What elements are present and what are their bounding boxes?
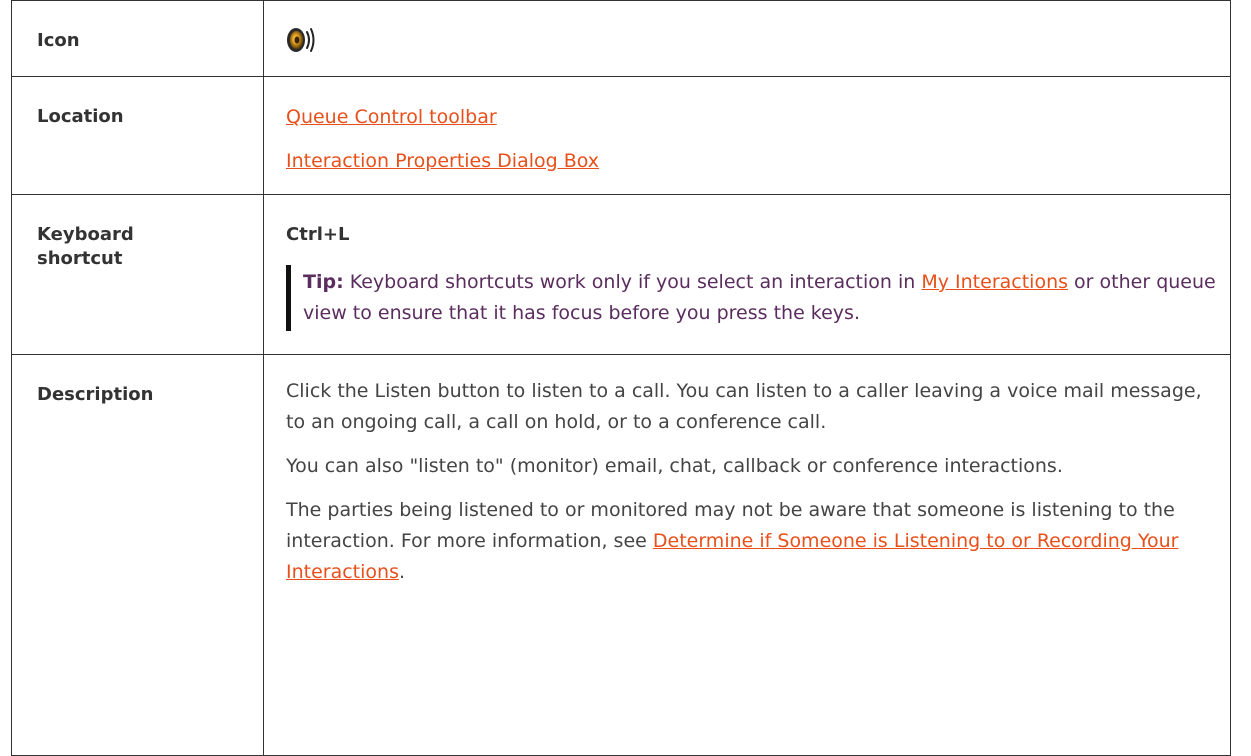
description-paragraph-3-end: .: [398, 561, 406, 583]
tip-label: Tip:: [303, 271, 344, 293]
description-label-cell: Description: [11, 354, 264, 756]
queue-control-toolbar-link[interactable]: Queue Control toolbar: [286, 105, 1230, 129]
shortcut-label-cell: Keyboard shortcut: [11, 194, 264, 355]
description-paragraph-1: Click the Listen button to listen to a c…: [286, 380, 1202, 433]
my-interactions-link[interactable]: My Interactions: [921, 271, 1068, 293]
icon-row-label: Icon: [37, 30, 80, 51]
description-paragraph-3: The parties being listened to or monitor…: [286, 495, 1230, 588]
location-value-cell: Queue Control toolbar Interaction Proper…: [263, 76, 1231, 195]
description-value-cell: Click the Listen button to listen to a c…: [263, 354, 1231, 756]
interaction-properties-dialog-link[interactable]: Interaction Properties Dialog Box: [286, 149, 1230, 173]
speaker-icon: [287, 28, 315, 52]
icon-label-cell: Icon: [11, 0, 264, 77]
tip-box: Tip: Keyboard shortcuts work only if you…: [286, 265, 1230, 331]
shortcut-value-cell: Ctrl+L Tip: Keyboard shortcuts work only…: [263, 194, 1231, 355]
shortcut-row-label: Keyboard shortcut: [37, 224, 134, 269]
icon-value-cell: [263, 0, 1231, 77]
properties-table: Icon Location Queue Control toolbar Inte…: [11, 0, 1231, 756]
shortcut-keys: Ctrl+L: [286, 224, 350, 245]
row-location: Location Queue Control toolbar Interacti…: [11, 76, 1231, 195]
row-description: Description Click the Listen button to l…: [11, 354, 1231, 756]
description-paragraph-2: You can also "listen to" (monitor) email…: [286, 455, 1063, 477]
location-label-cell: Location: [11, 76, 264, 195]
description-row-label: Description: [37, 384, 154, 405]
row-icon: Icon: [11, 0, 1231, 77]
row-keyboard-shortcut: Keyboard shortcut Ctrl+L Tip: Keyboard s…: [11, 194, 1231, 355]
location-row-label: Location: [37, 106, 124, 127]
tip-text-before: Keyboard shortcuts work only if you sele…: [343, 271, 922, 293]
